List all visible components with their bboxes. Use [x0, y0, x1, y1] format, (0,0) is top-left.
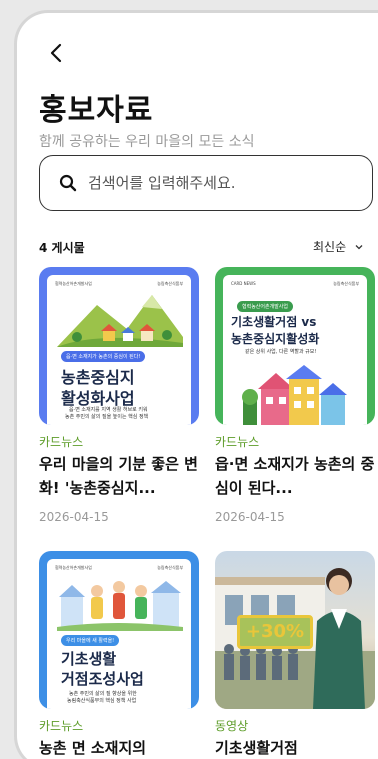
thumb-description: 같은 상위 사업, 다른 역할과 규모! — [245, 349, 317, 355]
thumb-header: 협력농산어촌개발사업 — [55, 565, 92, 570]
search-input[interactable] — [88, 174, 348, 192]
thumb-header: CARD NEWS — [231, 281, 256, 286]
sort-label: 최신순 — [313, 240, 347, 254]
thumb-description: 농촌 주민의 삶의 질을 높이는 핵심 정책 — [65, 414, 149, 420]
thumb-headline: 활성화사업 — [61, 389, 135, 408]
post-date: 2026-04-15 — [39, 510, 109, 524]
ministry-logo: 농림축산식품부 — [333, 281, 359, 286]
post-card[interactable]: +30% 동영상 기초생활거점 — [215, 551, 375, 759]
mountain-village-illustration — [57, 295, 183, 347]
thumb-headline: 기초생활거점 vs — [231, 315, 317, 329]
sort-dropdown[interactable]: 최신순 — [313, 238, 364, 255]
post-date: 2026-04-15 — [215, 510, 285, 524]
thumb-description: 농촌 주민의 삶의 질 향상을 위한 — [69, 691, 137, 697]
card-news-panel: CARD NEWS 농림축산식품부 협력농산어촌개발사업 기초생활거점 vs 농… — [223, 275, 367, 425]
post-category: 카드뉴스 — [215, 435, 260, 449]
thumb-headline: 기초생활 — [61, 650, 117, 668]
post-title: 기초생활거점 — [215, 739, 298, 757]
page-subtitle: 함께 공유하는 우리 마을의 모든 소식 — [39, 134, 255, 150]
villagers-illustration — [57, 581, 183, 631]
post-card[interactable]: CARD NEWS 농림축산식품부 협력농산어촌개발사업 기초생활거점 vs 농… — [215, 267, 375, 524]
phone-screen: 홍보자료 함께 공유하는 우리 마을의 모든 소식 4 게시물 최신순 협력농산… — [14, 10, 378, 759]
post-card[interactable]: 협력농산어촌개발사업 농림축산식품부 우리 마을에 새 활력을! 기초생활 거점… — [39, 551, 199, 759]
card-news-panel: 협력농산어촌개발사업 농림축산식품부 읍·면 소재지가 농촌의 중심이 된다! … — [47, 275, 191, 425]
search-icon — [59, 174, 77, 192]
thumb-description: 읍·면 소재지를 지역 생활 허브로 키워 — [69, 407, 148, 413]
thumb-headline: 거점조성사업 — [61, 670, 144, 688]
chevron-down-icon — [355, 244, 363, 249]
post-category: 카드뉴스 — [39, 435, 84, 449]
page-title: 홍보자료 — [39, 93, 154, 128]
post-category: 동영상 — [215, 719, 249, 733]
percentage-badge: +30% — [237, 615, 313, 649]
video-thumbnail: +30% — [215, 551, 375, 709]
thumb-tagline: 우리 마을에 새 활력을! — [61, 635, 120, 646]
post-category: 카드뉴스 — [39, 719, 84, 733]
post-count: 4 게시물 — [39, 241, 85, 255]
houses-illustration — [242, 365, 347, 425]
ministry-logo: 농림축산식품부 — [157, 565, 183, 570]
search-box[interactable] — [39, 155, 373, 211]
card-news-panel: 협력농산어촌개발사업 농림축산식품부 우리 마을에 새 활력을! 기초생활 거점… — [47, 559, 191, 709]
post-title: 읍·면 소재지가 농촌의 중심이 된다... — [215, 455, 375, 497]
post-title: 우리 마을의 기분 좋은 변화! '농촌중심지... — [39, 455, 198, 497]
post-thumbnail: 협력농산어촌개발사업 농림축산식품부 우리 마을에 새 활력을! 기초생활 거점… — [39, 551, 199, 709]
thumb-tagline: 협력농산어촌개발사업 — [237, 301, 294, 312]
post-thumbnail: CARD NEWS 농림축산식품부 협력농산어촌개발사업 기초생활거점 vs 농… — [215, 267, 375, 425]
thumb-headline: 농촌중심지활성화 — [231, 332, 320, 346]
back-arrow-icon[interactable] — [45, 41, 69, 65]
post-thumbnail: 협력농산어촌개발사업 농림축산식품부 읍·면 소재지가 농촌의 중심이 된다! … — [39, 267, 199, 425]
post-card[interactable]: 협력농산어촌개발사업 농림축산식품부 읍·면 소재지가 농촌의 중심이 된다! … — [39, 267, 199, 524]
thumb-tagline: 읍·면 소재지가 농촌의 중심이 된다! — [61, 351, 146, 362]
thumb-description: 농림축산식품부의 핵심 정책 사업 — [67, 698, 137, 704]
post-title: 농촌 면 소재지의 — [39, 739, 147, 757]
